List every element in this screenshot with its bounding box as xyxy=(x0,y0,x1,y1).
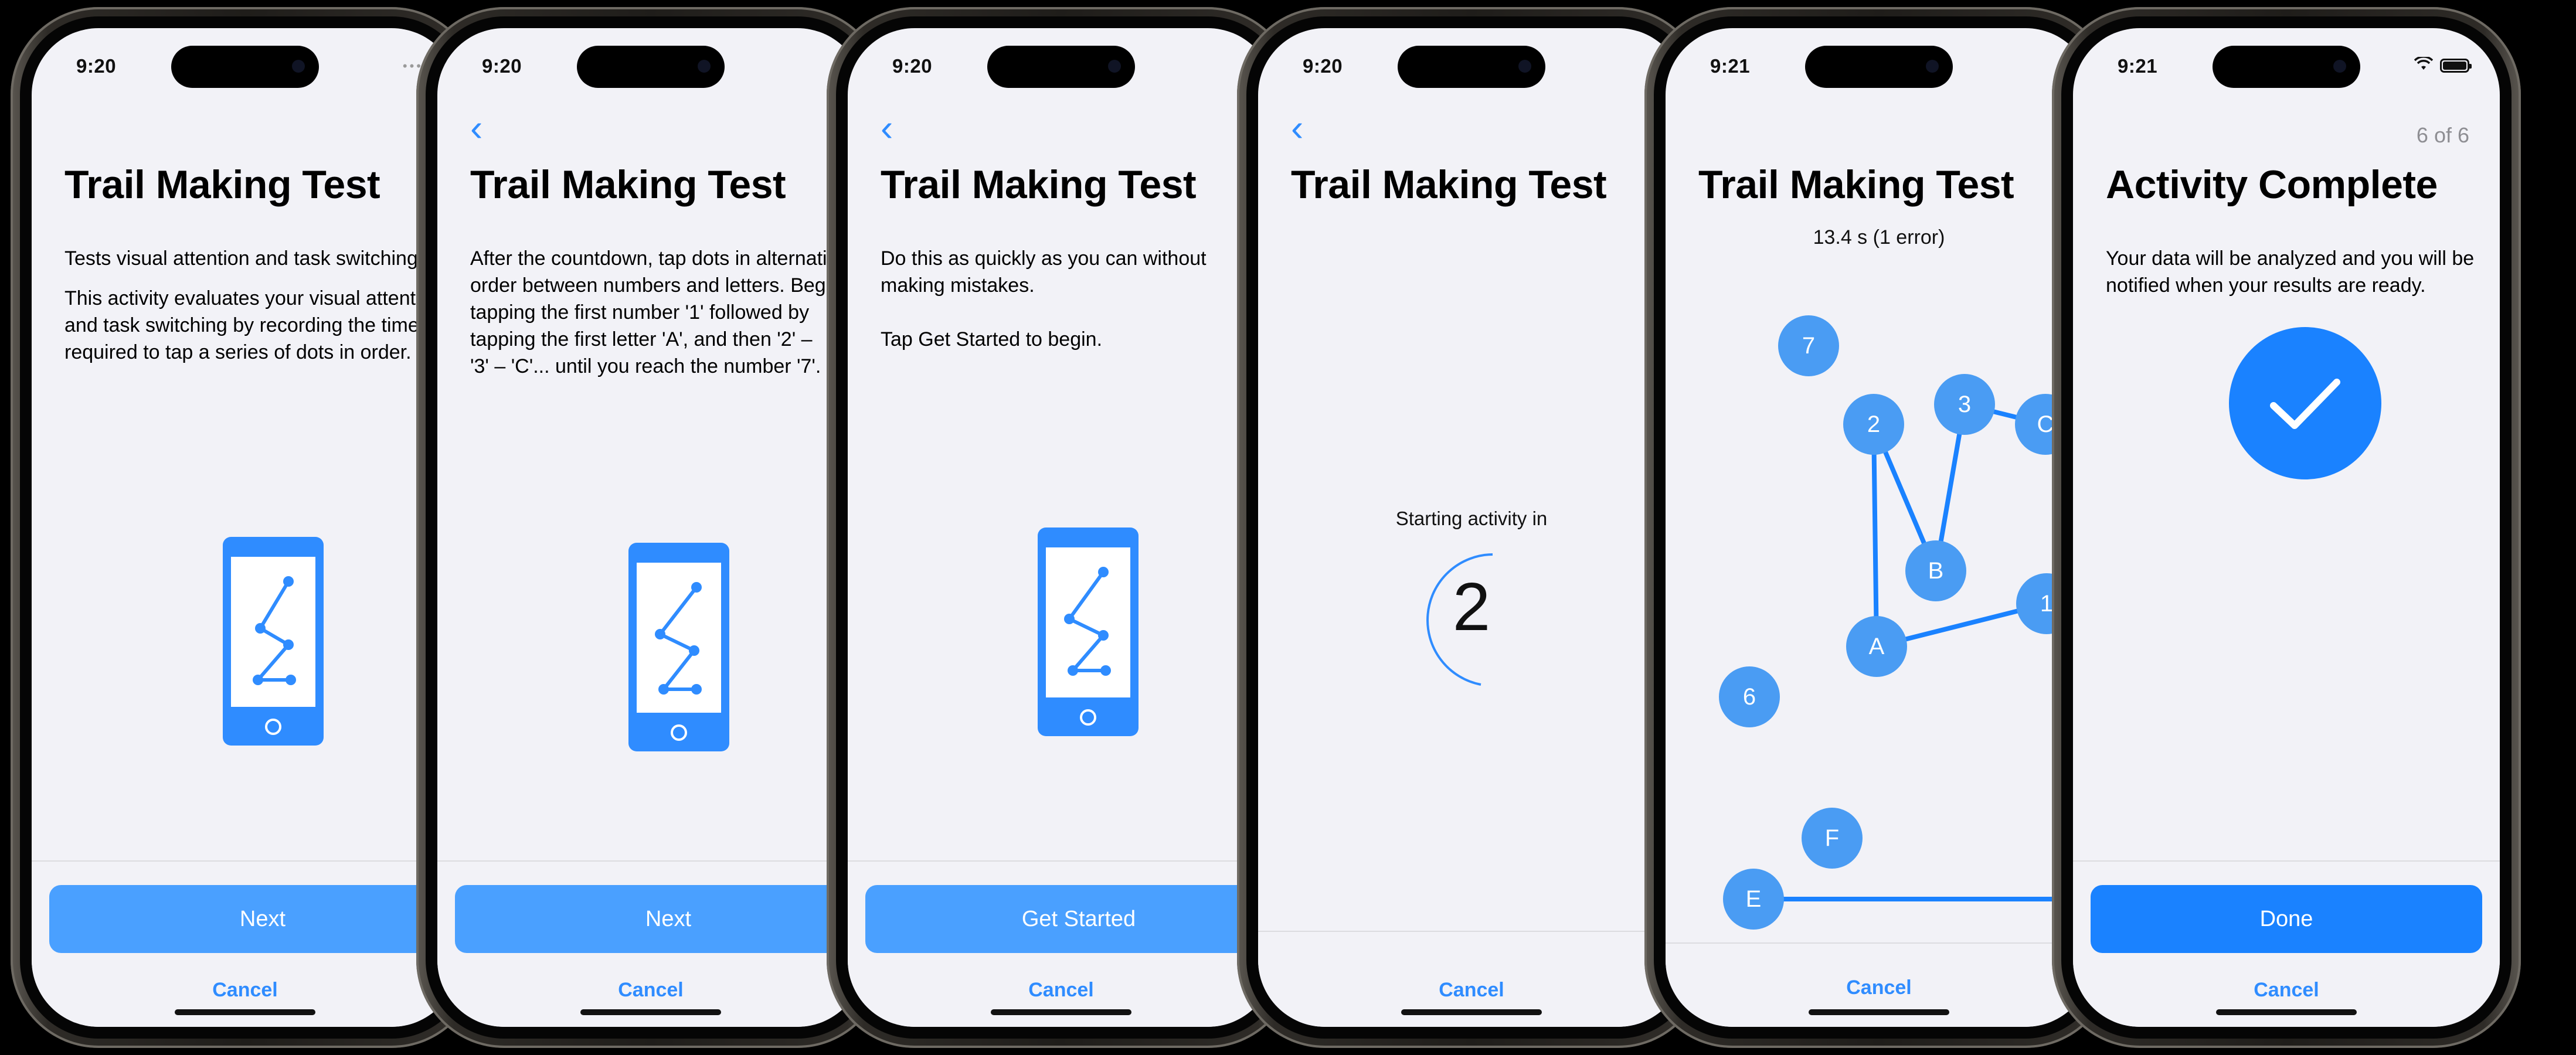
dot-7[interactable]: 7 xyxy=(1778,315,1839,376)
get-started-button[interactable]: Get Started xyxy=(865,885,1275,953)
next-button[interactable]: Next xyxy=(49,885,458,953)
phone-frame-5: 9:21 Trail Making Test 13.4 s (1 error) … xyxy=(1644,7,2113,1048)
battery-icon xyxy=(2440,59,2472,73)
bezel: 9:21 6 of 6 Activity Complete Your data … xyxy=(2061,16,2512,1039)
page-title: Trail Making Test xyxy=(881,162,1197,207)
trail-canvas[interactable]: 7 2 3 C B 1 A 6 D F E xyxy=(1666,28,2092,1027)
footer: Next Cancel xyxy=(32,860,458,1027)
phone-illustration-icon xyxy=(628,543,729,751)
dynamic-island xyxy=(577,46,725,88)
phone-frame-1: 9:20 ••• Trail Making Test Tests visual … xyxy=(11,7,480,1048)
cancel-button[interactable]: Cancel xyxy=(2073,979,2500,1002)
dot-6[interactable]: 6 xyxy=(1719,666,1780,727)
home-indicator[interactable] xyxy=(580,1009,721,1015)
completion-text: Your data will be analyzed and you will … xyxy=(2106,245,2500,312)
cancel-button[interactable]: Cancel xyxy=(848,979,1275,1002)
svg-text:E: E xyxy=(1746,886,1762,912)
phone-illustration-icon xyxy=(223,537,324,746)
bezel: 9:20 ‹ Trail Making Test After the count… xyxy=(426,16,876,1039)
svg-text:A: A xyxy=(1869,634,1885,659)
dot-A[interactable]: A xyxy=(1846,616,1907,677)
home-indicator[interactable] xyxy=(1809,1009,1949,1015)
instructions-text: Do this as quickly as you can without ma… xyxy=(881,245,1275,366)
page-title: Activity Complete xyxy=(2106,162,2438,207)
svg-text:F: F xyxy=(1825,825,1839,851)
dynamic-island xyxy=(987,46,1135,88)
dot-E[interactable]: E xyxy=(1723,869,1784,930)
back-chevron-icon[interactable]: ‹ xyxy=(881,109,893,147)
instructions-text: After the countdown, tap dots in alterna… xyxy=(470,245,864,393)
dot-F[interactable]: F xyxy=(1802,808,1863,869)
home-indicator[interactable] xyxy=(1401,1009,1542,1015)
svg-text:2: 2 xyxy=(1867,411,1880,437)
next-button[interactable]: Next xyxy=(455,885,864,953)
phone-frame-3: 9:20 ‹ Trail Making Test Do this as quic… xyxy=(827,7,1296,1048)
status-time: 9:21 xyxy=(2118,55,2158,77)
screen-get-started: 9:20 ‹ Trail Making Test Do this as quic… xyxy=(848,28,1275,1027)
home-indicator[interactable] xyxy=(175,1009,315,1015)
svg-text:B: B xyxy=(1928,558,1944,584)
status-time: 9:20 xyxy=(76,55,117,77)
screen-trail-test: 9:21 Trail Making Test 13.4 s (1 error) … xyxy=(1666,28,2092,1027)
back-chevron-icon[interactable]: ‹ xyxy=(1291,109,1303,147)
dynamic-island xyxy=(1398,46,1545,88)
svg-text:6: 6 xyxy=(1743,684,1756,710)
home-indicator[interactable] xyxy=(991,1009,1131,1015)
screen-countdown: 9:20 ‹ Trail Making Test Starting activi… xyxy=(1258,28,1685,1027)
cancel-button[interactable]: Cancel xyxy=(1258,979,1685,1002)
cancel-button[interactable]: Cancel xyxy=(1666,976,2092,999)
checkmark-circle xyxy=(2229,327,2381,479)
completion-paragraph: Your data will be analyzed and you will … xyxy=(2106,247,2475,297)
instructions-paragraph: After the countdown, tap dots in alterna… xyxy=(470,247,864,377)
footer: Done Cancel xyxy=(2073,860,2500,1027)
screen-intro: 9:20 ••• Trail Making Test Tests visual … xyxy=(32,28,458,1027)
phone-frame-4: 9:20 ‹ Trail Making Test Starting activi… xyxy=(1237,7,1706,1048)
countdown-label: Starting activity in xyxy=(1395,508,1548,529)
svg-text:1: 1 xyxy=(2040,591,2053,617)
wifi-icon xyxy=(2414,56,2434,75)
footer: Get Started Cancel xyxy=(848,860,1275,1027)
page-counter: 6 of 6 xyxy=(2416,123,2469,147)
bezel: 9:20 ‹ Trail Making Test Do this as quic… xyxy=(836,16,1286,1039)
description-text: This activity evaluates your visual atte… xyxy=(64,287,443,363)
svg-text:7: 7 xyxy=(1802,333,1815,359)
dot-2[interactable]: 2 xyxy=(1843,394,1904,455)
footer: Cancel xyxy=(1258,931,1685,1027)
back-chevron-icon[interactable]: ‹ xyxy=(470,109,482,147)
page-title: Trail Making Test xyxy=(470,162,786,207)
checkmark-icon xyxy=(2270,379,2340,429)
dynamic-island xyxy=(2213,46,2360,88)
svg-text:3: 3 xyxy=(1958,392,1971,417)
screen-complete: 9:21 6 of 6 Activity Complete Your data … xyxy=(2073,28,2500,1027)
phone-illustration-icon xyxy=(1038,528,1139,736)
footer: Next Cancel xyxy=(437,860,864,1027)
instructions-paragraph: Do this as quickly as you can without ma… xyxy=(881,247,1207,297)
status-time: 9:20 xyxy=(482,55,522,77)
home-indicator[interactable] xyxy=(2216,1009,2357,1015)
subtitle-text: Tests visual attention and task switchin… xyxy=(64,247,424,270)
dot-3[interactable]: 3 xyxy=(1934,374,1995,435)
bezel: 9:20 ‹ Trail Making Test Starting activi… xyxy=(1246,16,1697,1039)
phone-frame-2: 9:20 ‹ Trail Making Test After the count… xyxy=(416,7,885,1048)
bezel: 9:20 ••• Trail Making Test Tests visual … xyxy=(20,16,470,1039)
status-time: 9:20 xyxy=(1303,55,1343,77)
cancel-button[interactable]: Cancel xyxy=(32,979,458,1002)
screen-instructions: 9:20 ‹ Trail Making Test After the count… xyxy=(437,28,864,1027)
status-time: 9:20 xyxy=(892,55,933,77)
bezel: 9:21 Trail Making Test 13.4 s (1 error) … xyxy=(1654,16,2104,1039)
page-title: Trail Making Test xyxy=(1291,162,1607,207)
countdown-number: 2 xyxy=(1452,569,1491,645)
phone-frame-6: 9:21 6 of 6 Activity Complete Your data … xyxy=(2052,7,2521,1048)
cancel-button[interactable]: Cancel xyxy=(437,979,864,1002)
done-button[interactable]: Done xyxy=(2091,885,2482,953)
status-icons xyxy=(2414,56,2472,75)
page-title: Trail Making Test xyxy=(64,162,380,207)
dynamic-island xyxy=(171,46,319,88)
footer: Cancel xyxy=(1666,942,2092,1027)
instructions-text: Tests visual attention and task switchin… xyxy=(64,245,458,379)
dot-B[interactable]: B xyxy=(1905,540,1966,601)
get-started-hint: Tap Get Started to begin. xyxy=(881,328,1103,350)
dynamic-island xyxy=(1805,46,1953,88)
